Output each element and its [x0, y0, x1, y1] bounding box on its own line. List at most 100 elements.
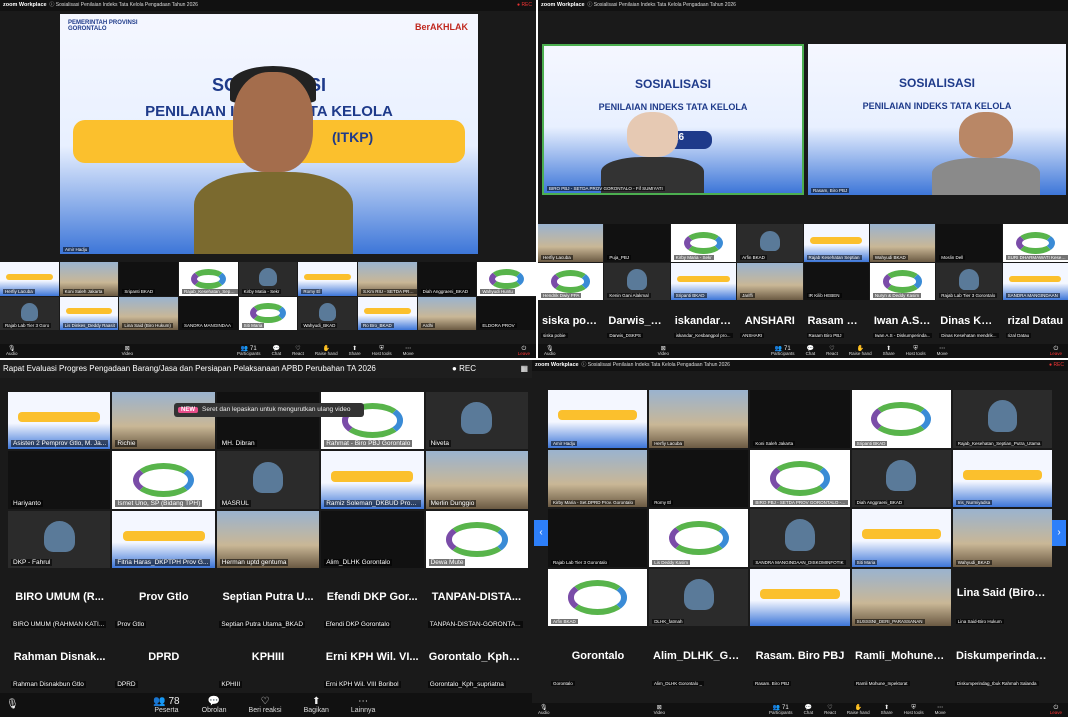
participant-tile[interactable]: Sripanti BKAD [119, 262, 178, 296]
next-page-button[interactable]: › [1052, 520, 1066, 546]
participant-tile[interactable]: Ro Bro_BKAD [358, 296, 417, 330]
participant-tile[interactable]: Romy El [649, 449, 749, 507]
name-only-tile[interactable]: Diskumperindag... Diskumperindag_Ibuk Rah… [952, 632, 1052, 688]
participant-tile[interactable]: SANDRA MANGINDAAN [1002, 262, 1068, 300]
participant-tile[interactable]: Arfin BKAD [548, 568, 648, 626]
name-only-tile[interactable]: Lina Said (Biro H... Lina Said-Biro Hukum [952, 568, 1052, 626]
participant-tile[interactable]: Fitria Haras_DKPTPH Prov G... [112, 510, 215, 568]
participant-tile[interactable]: Wahyudi_BKAD [298, 296, 357, 330]
participant-tile[interactable]: Jariffi [737, 262, 803, 300]
participant-tile[interactable]: Diah Anggraeni_BKAD [851, 449, 951, 507]
host-tools-button[interactable]: ⛨ Host tools [904, 705, 924, 716]
participant-tile[interactable]: Wahyudi Huntu [477, 262, 536, 296]
leave-button[interactable]: ⏻ Leave [1050, 346, 1062, 357]
participant-tile[interactable] [750, 568, 850, 626]
name-only-tile[interactable]: Rasam. Biro PBJ Rasam. Biro PBJ [750, 632, 850, 688]
participant-tile[interactable]: Rajab Kesehatan Septian [803, 224, 869, 262]
participant-tile[interactable]: Rajab_Kesehatan_Septian [179, 262, 238, 296]
participant-tile[interactable]: Moslin Dell [936, 224, 1002, 262]
name-only-tile[interactable]: Efendi DKP Gor... Efendi DKP Gorontalo [320, 572, 424, 630]
participant-tile[interactable]: Hariyanto [8, 451, 111, 509]
react-button[interactable]: ♡ Beri reaksi [249, 696, 282, 714]
participant-tile[interactable]: Sripanti BKAD [670, 262, 737, 300]
leave-button[interactable]: ⏻ Leave [1050, 705, 1062, 716]
participant-tile[interactable]: BIRO PBJ - SETDA PROV GORONTALO - FRI SU… [750, 449, 850, 507]
more-button[interactable]: ⋯ Move [935, 705, 946, 716]
participant-tile[interactable]: Koni Saleh Jakarta [59, 262, 119, 296]
name-only-tile[interactable]: Gorontalo_Kph_... Gorontalo_Kph_supriatna [424, 632, 528, 690]
chat-button[interactable]: 💬 Chat [804, 705, 814, 716]
participant-tile[interactable]: Herfiy Lacuba [538, 224, 604, 262]
name-only-tile[interactable]: Ramli_Mohune_I... Ramli Mohune_Inpektorat [851, 632, 951, 688]
participant-tile[interactable]: Rajab Lab Tier 3 Gorontalo [548, 509, 648, 567]
participant-tile[interactable]: Amir Hadju [548, 390, 648, 448]
participant-tile[interactable]: MH. Dibran [216, 392, 320, 450]
name-only-tile[interactable]: Darwis_DSKPS Darwis_DSKPS [604, 302, 670, 340]
raise-hand-button[interactable]: ✋ Raise hand [849, 346, 872, 357]
react-button[interactable]: ♡ React [826, 346, 838, 357]
name-only-tile[interactable]: BIRO UMUM (R... BIRO UMUM (RAHMAN KATI... [8, 572, 112, 630]
host-tools-button[interactable]: ⛨ Host tools [372, 346, 392, 357]
participant-tile[interactable]: Wahyudi BKAD [869, 224, 936, 262]
name-only-tile[interactable]: ANSHARI ANSHARI [737, 302, 803, 340]
share-button[interactable]: ⬆ Share [349, 346, 361, 357]
participant-tile[interactable]: Dewa Mute [425, 510, 528, 568]
raise-hand-button[interactable]: ✋ Raise hand [315, 346, 338, 357]
participant-tile[interactable]: ELDORA PROV [477, 296, 536, 330]
audio-button[interactable]: 🎙 Audio [6, 346, 18, 357]
name-only-tile[interactable]: TANPAN-DISTA... TANPAN-DISTAN-GORONTA... [424, 572, 528, 630]
raise-hand-button[interactable]: ✋ Raise hand [847, 705, 870, 716]
participant-tile[interactable]: Rahmat - Biro PBJ Gorontalo [321, 392, 424, 450]
audio-button[interactable]: 🎙 [6, 700, 19, 710]
more-button[interactable]: ⋯ Move [403, 346, 414, 357]
participant-tile[interactable]: Rajab_Kesehatan_Septian_Putra_Utama [952, 390, 1052, 448]
participant-tile[interactable]: Richie [112, 392, 215, 450]
participant-tile[interactable]: Lis Deddy Kasim [649, 509, 749, 567]
leave-button[interactable]: ⏻ Leave [518, 346, 530, 357]
participant-tile[interactable]: Arfin BKAD [737, 224, 803, 262]
participant-tile[interactable]: MASRUL [216, 451, 320, 509]
participant-tile[interactable]: Niveta [425, 392, 528, 450]
name-only-tile[interactable]: Alim_DLHK_Goro... Alim_DLHK Gorontalo _ [649, 632, 749, 688]
participant-tile[interactable]: Romy El [298, 262, 357, 296]
participant-tile[interactable]: DKP - Fahrul [8, 510, 111, 568]
react-button[interactable]: ♡ React [824, 705, 836, 716]
name-only-tile[interactable]: Gorontalo Gorontalo [548, 632, 648, 688]
participant-tile[interactable]: DLHK_fatmah [649, 568, 749, 626]
participant-tile[interactable]: Wahyudi_BKAD [952, 509, 1052, 567]
name-only-tile[interactable]: iskandar_Kesba... iskandar_Kesbangpol pro… [670, 302, 737, 340]
participant-tile[interactable]: Ismet Uno, SP (Bidang TPH) [112, 451, 215, 509]
react-button[interactable]: ♡ React [292, 346, 304, 357]
participant-tile[interactable]: SURI DHARMAWATI Kesehatan [1002, 224, 1068, 262]
participant-tile[interactable]: Alim_DLHK Gorontalo [321, 510, 424, 568]
participant-tile[interactable]: Merlin Dunggio [425, 451, 528, 509]
participant-tile[interactable]: Herfiy Lacuba [0, 262, 59, 296]
participant-tile[interactable]: Lis Dinkes_Deddy Raasit [59, 296, 119, 330]
more-button[interactable]: ⋯ Move [937, 346, 948, 357]
participant-tile[interactable]: SANDRA MANGINDAA [179, 296, 238, 330]
name-only-tile[interactable]: KPHIII KPHIII [216, 632, 320, 690]
video-button[interactable]: ⊠ Video [122, 346, 133, 357]
name-only-tile[interactable]: Rahman Disnak... Rahman Disnakbun Gtlo [8, 632, 112, 690]
participant-tile[interactable]: Nuryn & Deddy Kasim [869, 262, 936, 300]
share-button[interactable]: ⬆ Bagikan [304, 696, 329, 714]
host-tools-button[interactable]: ⛨ Host tools [906, 346, 926, 357]
share-button[interactable]: ⬆ Share [883, 346, 895, 357]
name-only-tile[interactable]: Septian Putra U... Septian Putra Utama_BK… [216, 572, 320, 630]
participant-tile[interactable]: Siti Maria [238, 296, 298, 330]
chat-button[interactable]: 💬 Chat [806, 346, 816, 357]
more-button[interactable]: ⋯ Lainnya [351, 696, 376, 714]
prev-page-button[interactable]: ‹ [534, 520, 548, 546]
participant-tile[interactable]: Diah Anggraeni_BKAD [417, 262, 477, 296]
participants-button[interactable]: 👥 71 Participants [771, 346, 795, 357]
chat-button[interactable]: 💬 Chat [272, 346, 282, 357]
chat-button[interactable]: 💬 Obrolan [202, 696, 227, 714]
participant-tile[interactable]: Kenin Gani Alakmal [604, 262, 670, 300]
participant-tile[interactable]: Ardhi [417, 296, 477, 330]
participant-tile[interactable]: Sripanti BKAD [851, 390, 951, 448]
video-button[interactable]: ⊠ Video [654, 705, 665, 716]
grid-icon[interactable]: ▦ [520, 360, 528, 378]
participant-tile[interactable]: Asisten 2 Pemprov Gtlo, M. Ja... [8, 392, 111, 450]
name-only-tile[interactable]: Rasam Biro PBJ Rasam Biro PBJ [803, 302, 869, 340]
participant-tile[interactable]: Ramiz Soleman_DKBUD Provin... [321, 451, 424, 509]
